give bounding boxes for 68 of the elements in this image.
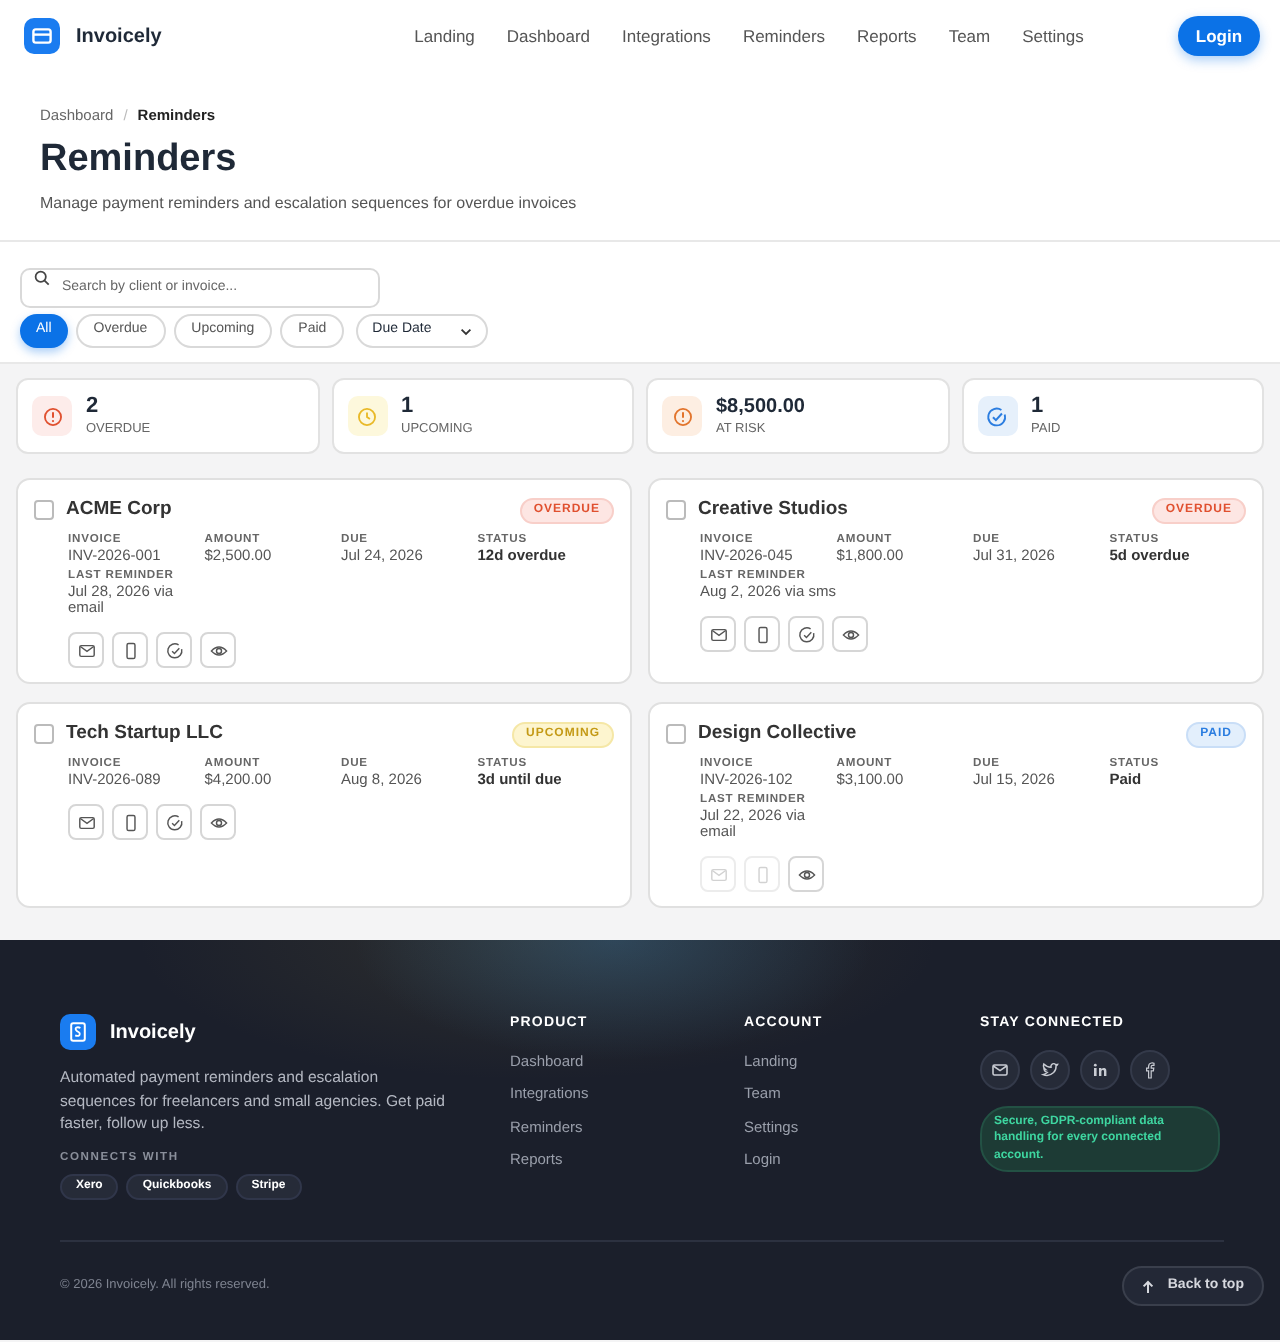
check-circle-icon (165, 641, 183, 660)
check-circle-icon (797, 625, 815, 644)
action-button[interactable] (744, 616, 780, 653)
phone-icon (121, 641, 139, 660)
client-name: ACME Corp (66, 496, 174, 524)
nav-link[interactable]: Reports (857, 23, 917, 49)
mail-icon (990, 1059, 1010, 1079)
client-name: Tech Startup LLC (66, 720, 225, 748)
action-button[interactable] (200, 632, 236, 669)
page-title: Reminders (40, 136, 239, 184)
social-button[interactable] (980, 1049, 1020, 1089)
bird-icon (1040, 1059, 1060, 1079)
action-button[interactable] (788, 616, 824, 653)
action-button[interactable] (68, 804, 104, 841)
stat-value: 1 (1031, 394, 1046, 420)
mail-icon (709, 625, 727, 644)
action-button[interactable] (788, 856, 824, 893)
checkbox[interactable] (666, 500, 686, 521)
nav-link[interactable]: Settings (1022, 23, 1084, 49)
checkbox[interactable] (34, 500, 54, 521)
stat-value: 1 (401, 394, 416, 420)
nav-link[interactable]: Dashboard (506, 23, 591, 49)
check-circle-icon (165, 813, 183, 832)
client-name: Design Collective (698, 720, 859, 748)
phone-icon (753, 865, 771, 884)
nav-link[interactable]: Integrations (622, 23, 711, 49)
phone-icon (753, 625, 771, 644)
checkbox[interactable] (34, 724, 54, 745)
action-button[interactable] (156, 804, 192, 841)
mail-icon (77, 813, 95, 832)
nav-link[interactable]: Landing (414, 23, 475, 49)
action-button[interactable] (112, 804, 148, 841)
eye-icon (209, 813, 227, 832)
arrow-up-icon (1141, 1279, 1154, 1293)
action-button[interactable] (700, 616, 736, 653)
checkbox[interactable] (666, 724, 686, 745)
action-button[interactable] (68, 632, 104, 669)
stat-value: $8,500.00 (716, 394, 805, 420)
clock-icon (347, 396, 387, 436)
client-name: Creative Studios (698, 496, 850, 524)
social-button[interactable] (1130, 1049, 1170, 1089)
page-subtitle: Manage payment reminders and escalation sequences for overdue invoices (40, 192, 579, 216)
brand-name: Invoicely (76, 23, 162, 51)
phone-icon (121, 813, 139, 832)
linkedin-icon (1090, 1059, 1110, 1079)
social-button[interactable] (1080, 1049, 1120, 1089)
footer-brand-name: Invoicely (110, 1019, 196, 1047)
chevron-down-icon (459, 327, 472, 335)
action-button[interactable] (832, 616, 868, 653)
nav-link[interactable]: Reminders (742, 23, 826, 49)
mail-icon (77, 641, 95, 660)
search-icon (34, 270, 50, 286)
social-button[interactable] (1030, 1049, 1070, 1089)
action-button[interactable] (112, 632, 148, 669)
login-button[interactable]: Login (1178, 16, 1260, 56)
nav-link[interactable]: Team (948, 23, 991, 49)
alert-icon (32, 396, 72, 436)
facebook-icon (1140, 1059, 1160, 1079)
action-button[interactable] (156, 632, 192, 669)
mail-icon (709, 865, 727, 884)
logo-icon (60, 1014, 96, 1050)
eye-icon (209, 641, 227, 660)
action-button[interactable] (200, 804, 236, 841)
stat-value: 2 (86, 394, 101, 420)
logo-icon (24, 18, 60, 54)
eye-icon (841, 625, 859, 644)
eye-icon (797, 865, 815, 884)
alert-icon (662, 396, 702, 436)
